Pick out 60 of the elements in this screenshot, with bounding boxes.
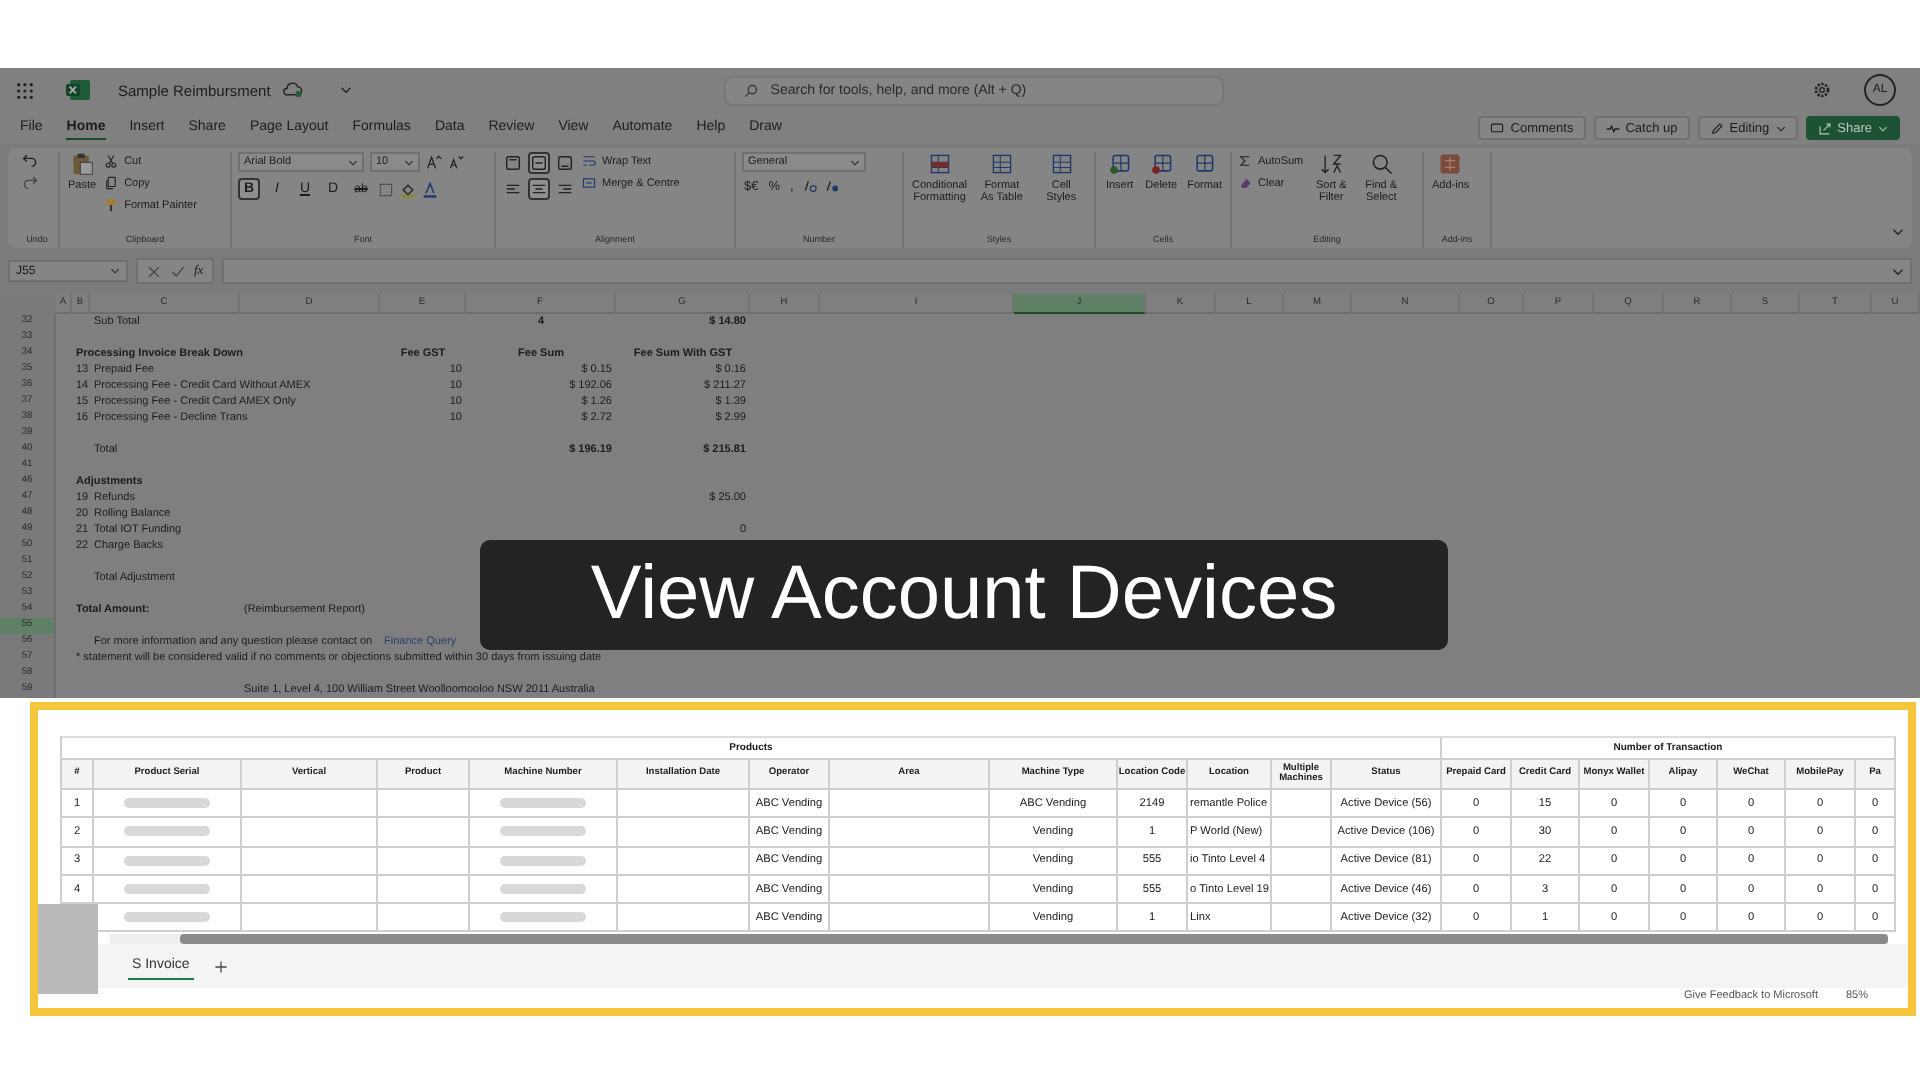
app-launcher-icon[interactable] [16, 81, 34, 99]
increase-decimal-icon[interactable] [801, 178, 818, 194]
spreadsheet-logo-icon[interactable] [66, 78, 90, 102]
photo-placeholder [38, 904, 98, 994]
horizontal-scrollbar[interactable] [110, 934, 1888, 945]
undo-icon[interactable] [22, 152, 38, 168]
copy-icon [104, 176, 119, 190]
wrap-text-icon [582, 154, 596, 168]
plus-icon[interactable] [213, 959, 228, 974]
highlighted-table-icon [927, 152, 952, 176]
empty-cell [1272, 875, 1332, 905]
table-icon [989, 152, 1014, 176]
redo-icon[interactable] [22, 174, 38, 190]
decrease-decimal-icon[interactable] [823, 178, 840, 194]
sigma-icon [1238, 154, 1252, 168]
sort-icon [1319, 152, 1344, 176]
cells-icon [1107, 152, 1132, 176]
empty-cell [1272, 904, 1332, 933]
cancel-icon[interactable] [146, 263, 162, 279]
chevron-down-icon[interactable] [1892, 267, 1904, 275]
eraser-icon [1238, 176, 1252, 190]
comment-icon [1490, 121, 1505, 135]
share-icon [1817, 121, 1832, 135]
empty-cell [1272, 790, 1332, 819]
align-bottom-icon[interactable] [554, 152, 576, 174]
chevron-down-icon[interactable] [340, 86, 353, 94]
clipboard-icon [70, 152, 95, 176]
settings-icon[interactable] [1812, 80, 1832, 100]
font-color-icon[interactable] [422, 181, 438, 197]
chevron-down-icon [1775, 125, 1786, 131]
chevron-down-icon [1878, 125, 1888, 131]
magnifier-icon [1369, 152, 1394, 176]
chevron-down-icon [404, 159, 414, 165]
pulse-icon [1605, 121, 1620, 135]
align-top-icon[interactable] [502, 152, 524, 174]
cloud-saved-icon [282, 82, 305, 98]
caption-banner: View Account Devices [480, 540, 1448, 650]
align-middle-icon[interactable] [528, 152, 550, 174]
chevron-down-icon [850, 159, 860, 165]
pencil-icon [1709, 121, 1724, 135]
search-icon [744, 83, 759, 97]
chevron-down-icon[interactable] [1892, 228, 1904, 236]
paintbrush-icon [104, 198, 119, 212]
fill-color-icon[interactable] [400, 181, 416, 197]
cells-icon [1192, 152, 1217, 176]
empty-cell [1272, 847, 1332, 876]
decrease-font-size-icon[interactable] [448, 154, 464, 170]
cell-grid-icon [1049, 152, 1074, 176]
merge-cells-icon [582, 176, 596, 190]
formula-input[interactable] [221, 258, 1912, 284]
align-center-icon[interactable] [528, 178, 550, 200]
borders-icon[interactable] [378, 181, 394, 197]
chevron-down-icon [348, 159, 358, 165]
checkmark-icon[interactable] [170, 263, 186, 279]
empty-cell [1272, 818, 1332, 848]
scissors-icon [104, 154, 119, 168]
grid-icon [1438, 152, 1463, 176]
cells-icon [1149, 152, 1174, 176]
chevron-down-icon [110, 268, 120, 274]
increase-font-size-icon[interactable] [426, 154, 442, 170]
